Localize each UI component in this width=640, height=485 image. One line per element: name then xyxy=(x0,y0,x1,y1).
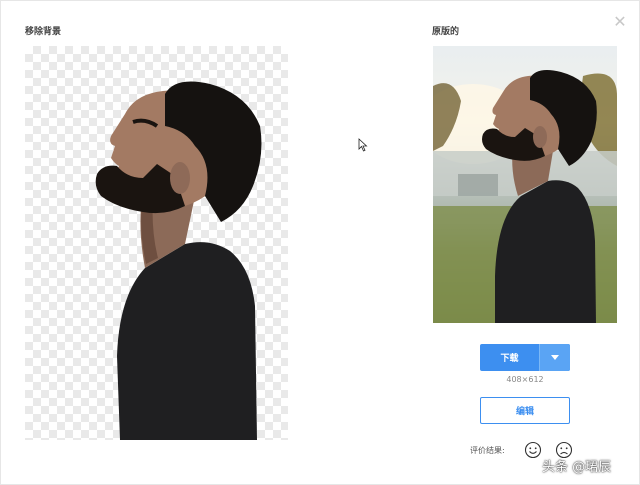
dialog: 移除背景 原版的 ✕ 下载 408×612 编辑 评价结果: 头条 @珺辰 xyxy=(0,0,640,485)
original-preview xyxy=(433,46,617,323)
download-button-label[interactable]: 下载 xyxy=(480,344,539,371)
mouse-cursor-icon xyxy=(358,138,368,152)
original-title: 原版的 xyxy=(432,27,460,37)
removed-bg-preview xyxy=(25,46,288,440)
edit-button[interactable]: 编辑 xyxy=(480,397,570,424)
rating-label: 评价结果: xyxy=(470,446,505,455)
download-dropdown-button[interactable] xyxy=(539,344,570,371)
removed-bg-title: 移除背景 xyxy=(25,27,62,37)
original-photo-image xyxy=(433,70,617,323)
close-icon[interactable]: ✕ xyxy=(613,14,627,30)
smile-face-icon[interactable] xyxy=(524,441,542,459)
watermark-text: 头条 @珺辰 xyxy=(542,460,612,475)
image-dimensions: 408×612 xyxy=(506,375,544,384)
caret-down-icon xyxy=(551,355,559,360)
person-cutout-image xyxy=(95,81,262,440)
download-button[interactable]: 下载 xyxy=(480,344,570,371)
